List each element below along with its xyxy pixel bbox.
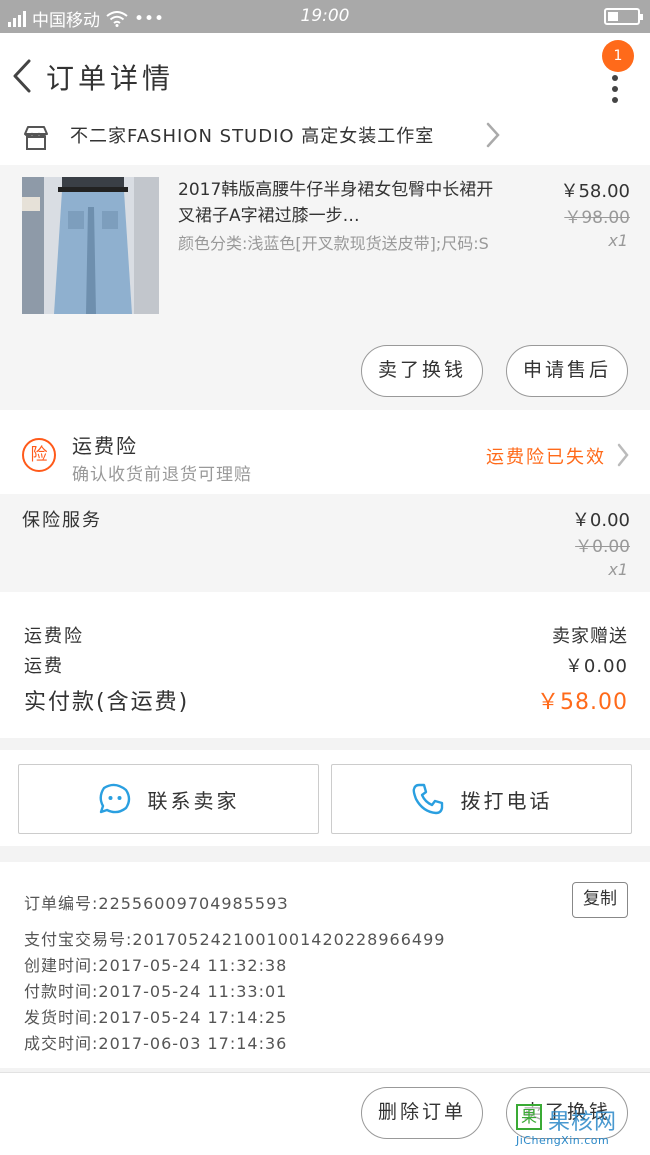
shop-icon	[24, 126, 48, 150]
watermark-url: JiChengXin.com	[516, 1134, 610, 1147]
product-title: 2017韩版高腰牛仔半身裙女包臀中长裙开叉裙子A字裙过膝一步…	[178, 180, 494, 226]
product-image	[22, 177, 159, 314]
call-label: 拨打电话	[460, 788, 553, 813]
chevron-right-icon	[617, 443, 629, 467]
phone-icon	[412, 783, 443, 815]
product-price: ￥58.00	[560, 181, 630, 202]
service-original-price: ￥0.00	[575, 537, 630, 557]
insurance-title: 运费险	[72, 434, 138, 458]
chat-bubble-icon	[99, 783, 130, 814]
watermark-logo-icon: 果	[516, 1104, 542, 1130]
product-original-price: ￥98.00	[564, 208, 630, 228]
notification-badge: 1	[602, 40, 634, 72]
insurance-status: 运费险已失效	[486, 447, 606, 468]
status-bar: 中国移动 ••• 19:00	[0, 0, 650, 33]
created-time: 创建时间:2017-05-24 11:32:38	[24, 956, 288, 975]
delete-order-button[interactable]: 删除订单	[361, 1087, 483, 1139]
shipping-insurance-row[interactable]: 险 运费险 确认收货前退货可理赔 运费险已失效	[0, 410, 650, 494]
service-price: ￥0.00	[571, 510, 630, 531]
request-aftersale-button[interactable]: 申请售后	[506, 345, 628, 397]
product-sku: 颜色分类:浅蓝色[开叉款现货送皮带];尺码:S	[178, 234, 489, 253]
chevron-right-icon	[486, 122, 500, 148]
insurance-icon: 险	[22, 438, 56, 472]
order-item[interactable]: 2017韩版高腰牛仔半身裙女包臀中长裙开叉裙子A字裙过膝一步… 颜色分类:浅蓝色…	[0, 165, 650, 410]
order-number: 订单编号:2255600970498559З	[24, 894, 289, 913]
copy-button[interactable]: 复制	[572, 882, 628, 918]
battery-icon	[604, 8, 643, 25]
page-title: 订单详情	[46, 62, 175, 95]
watermark-text: 果核网	[548, 1110, 618, 1135]
completed-time: 成交时间:2017-06-03 17:14:36	[24, 1034, 288, 1053]
watermark-logo: 果 果核网 JiChengXin.com	[516, 1104, 636, 1150]
product-quantity: x1	[608, 231, 628, 250]
sell-for-cash-button[interactable]: 卖了换钱	[361, 345, 483, 397]
alipay-transaction-number: 支付宝交易号:2017052421001001420228966499	[24, 930, 446, 949]
insurance-subtitle: 确认收货前退货可理赔	[72, 465, 252, 485]
contact-seller-label: 联系卖家	[147, 788, 240, 813]
shop-name: 不二家FASHION STUDIO 高定女装工作室	[70, 126, 435, 147]
back-icon[interactable]	[12, 58, 32, 94]
service-quantity: x1	[608, 560, 628, 579]
shipped-time: 发货时间:2017-05-24 17:14:25	[24, 1008, 288, 1027]
header: 订单详情 1	[0, 33, 650, 119]
service-label: 保险服务	[22, 510, 102, 531]
contact-area: 联系卖家 拨打电话	[0, 750, 650, 846]
status-time: 19:00	[300, 6, 350, 26]
call-button[interactable]: 拨打电话	[331, 764, 632, 834]
product-thumbnail[interactable]	[22, 177, 159, 314]
insurance-service-row: 保险服务 ￥0.00 ￥0.00 x1	[0, 494, 650, 592]
order-info: 订单编号:2255600970498559З 复制 支付宝交易号:2017052…	[0, 862, 650, 1068]
shop-row[interactable]: 不二家FASHION STUDIO 高定女装工作室	[0, 119, 650, 165]
payment-summary: 运费险 卖家赠送 运费 ￥0.00 实付款(含运费) ￥58.00	[0, 592, 650, 738]
paid-time: 付款时间:2017-05-24 11:33:01	[24, 982, 288, 1001]
contact-seller-button[interactable]: 联系卖家	[18, 764, 319, 834]
